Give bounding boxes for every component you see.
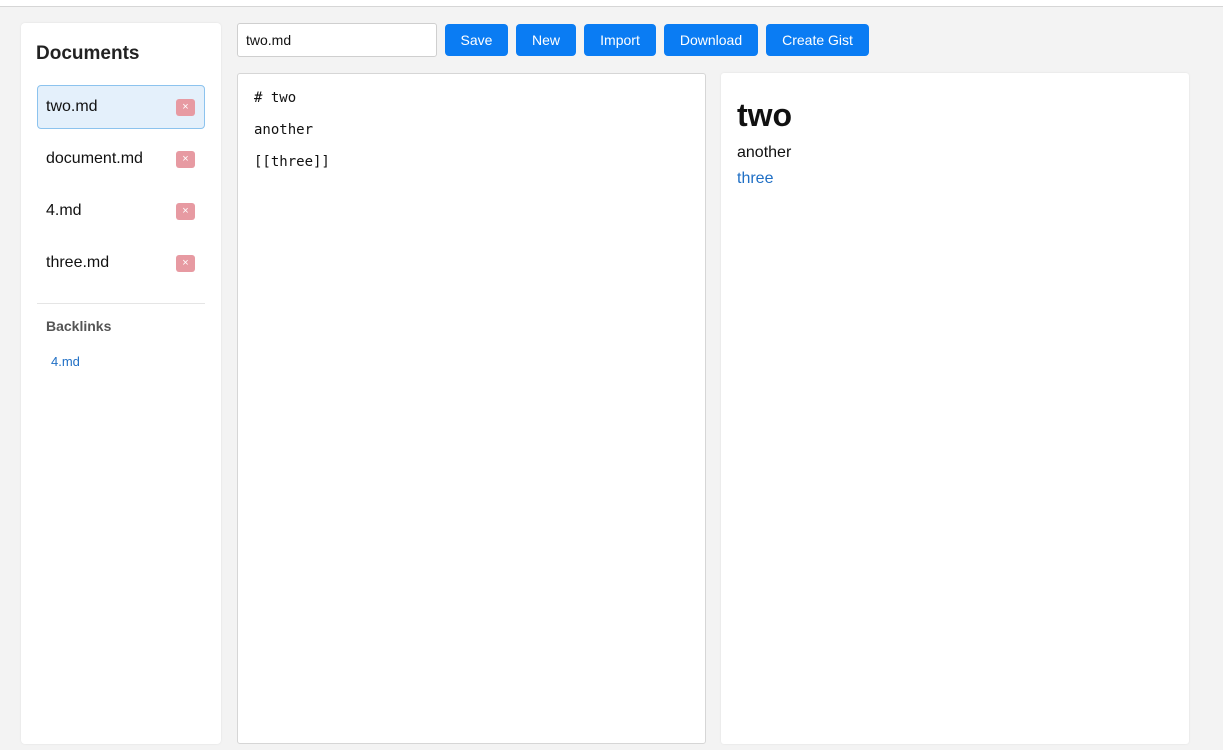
preview-heading: two	[737, 97, 793, 133]
sidebar-title: Documents	[36, 43, 140, 64]
save-button[interactable]: Save	[445, 24, 508, 56]
download-button[interactable]: Download	[664, 24, 758, 56]
top-bar	[0, 0, 1223, 7]
markdown-editor[interactable]: # two another [[three]]	[237, 73, 706, 744]
delete-icon[interactable]: ×	[176, 203, 195, 220]
backlink-item[interactable]: 4.md	[51, 354, 80, 369]
document-item-4[interactable]: 4.md ×	[37, 189, 205, 233]
document-item-document[interactable]: document.md ×	[37, 137, 205, 181]
editor-line: # two	[254, 90, 297, 106]
delete-icon[interactable]: ×	[176, 255, 195, 272]
document-item-two[interactable]: two.md ×	[37, 85, 205, 129]
filename-input[interactable]	[237, 23, 437, 57]
backlinks-title: Backlinks	[46, 318, 112, 334]
document-list: two.md × document.md × 4.md × three.md ×	[37, 85, 205, 293]
delete-icon[interactable]: ×	[176, 151, 195, 168]
document-item-three[interactable]: three.md ×	[37, 241, 205, 285]
import-button[interactable]: Import	[584, 24, 656, 56]
sidebar: Documents two.md × document.md × 4.md × …	[21, 23, 221, 744]
preview-paragraph: another	[737, 144, 792, 161]
document-name: two.md	[46, 98, 98, 115]
delete-icon[interactable]: ×	[176, 99, 195, 116]
new-button[interactable]: New	[516, 24, 576, 56]
editor-line: another	[254, 122, 314, 138]
document-name: three.md	[46, 254, 110, 271]
markdown-preview: two another three	[721, 73, 1189, 744]
sidebar-divider	[37, 303, 205, 304]
document-name: document.md	[46, 150, 143, 167]
document-name: 4.md	[46, 202, 82, 219]
create-gist-button[interactable]: Create Gist	[766, 24, 869, 56]
preview-wiki-link[interactable]: three	[737, 170, 773, 188]
editor-line: [[three]]	[254, 154, 330, 170]
